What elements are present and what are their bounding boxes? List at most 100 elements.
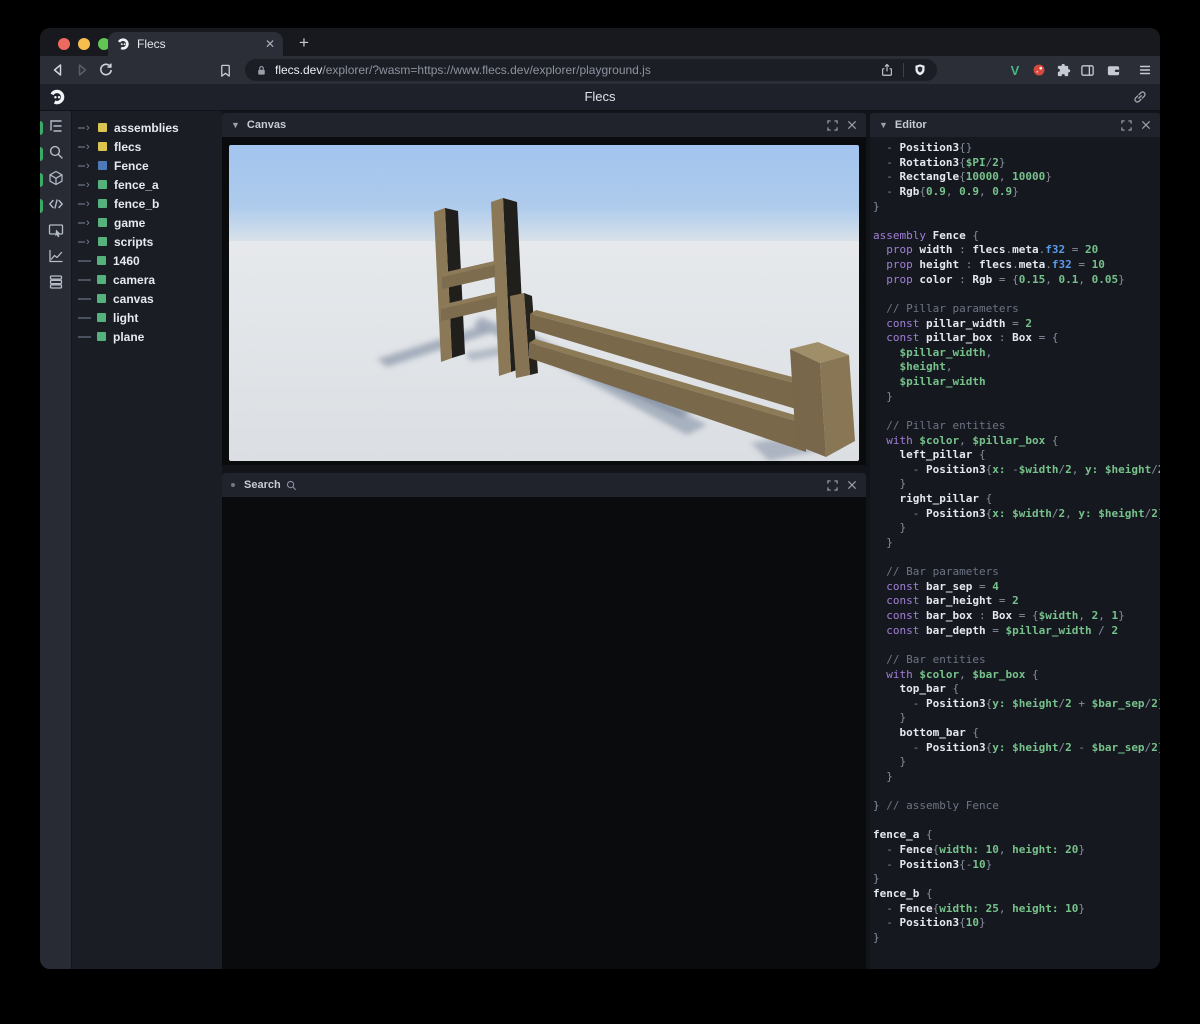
tree-item-label: canvas (113, 291, 154, 306)
back-button[interactable] (49, 61, 67, 79)
code-icon (48, 196, 64, 217)
brave-shield-icon[interactable] (913, 63, 927, 77)
active-indicator (40, 147, 43, 161)
code-line: prop width : flecs.meta.f32 = 20 (873, 243, 1099, 257)
code-line: - Rgb{0.9, 0.9, 0.9} (873, 184, 1019, 198)
inspector-icon (48, 222, 64, 243)
code-line: - Position3{10} (873, 916, 986, 930)
link-icon[interactable] (1132, 89, 1148, 105)
bookmark-icon[interactable] (216, 61, 234, 79)
chevron-down-icon[interactable]: ▼ (879, 120, 888, 130)
search-panel-title: Search (244, 479, 281, 491)
entity-color-swatch (98, 218, 107, 227)
fullscreen-icon[interactable] (1121, 119, 1132, 131)
rail-button-canvas-icon[interactable] (40, 170, 72, 191)
reload-button[interactable] (97, 61, 115, 79)
app-body: › assemblies › flecs › Fence › fence_a › fence_b ›… (40, 111, 1160, 969)
close-icon[interactable] (847, 120, 857, 130)
entity-color-swatch (98, 161, 107, 170)
entity-color-swatch (97, 275, 106, 284)
canvas-icon (48, 170, 64, 191)
tree-guide-line (78, 183, 85, 186)
code-line: left_pillar { (873, 448, 986, 462)
code-line: with $color, $pillar_box { (873, 433, 1059, 447)
stats-icon (48, 248, 64, 269)
chevron-right-icon[interactable]: › (86, 141, 92, 152)
chevron-right-icon[interactable]: › (86, 160, 92, 171)
search-icon (48, 144, 64, 165)
sidebar-toggle-icon[interactable] (1078, 61, 1096, 79)
search-results-area[interactable] (222, 497, 866, 969)
entity-color-swatch (97, 332, 106, 341)
chevron-right-icon[interactable]: › (86, 122, 92, 133)
rail-button-code-icon[interactable] (40, 198, 72, 214)
code-line: fence_a { (873, 828, 933, 842)
rail-button-search-icon[interactable] (40, 144, 72, 165)
code-editor[interactable]: - Position3{} - Rotation3{$PI/2} - Recta… (870, 137, 1160, 969)
divider (903, 63, 904, 77)
minimize-window-button[interactable] (78, 38, 90, 50)
new-tab-button[interactable]: + (292, 31, 316, 55)
browser-window: Flecs ✕ + flecs.dev/explorer/?wasm=https… (40, 28, 1160, 969)
rail-button-tree-view-icon[interactable] (40, 119, 72, 136)
chevron-right-icon[interactable]: › (86, 179, 92, 190)
fullscreen-icon[interactable] (827, 479, 838, 491)
chevron-right-icon[interactable]: › (86, 217, 92, 228)
code-line: } // assembly Fence (873, 799, 999, 813)
menu-icon[interactable] (1136, 61, 1154, 79)
tree-guide-line (78, 126, 85, 129)
chevron-down-icon[interactable]: ▼ (231, 120, 240, 130)
extensions-puzzle-icon[interactable] (1054, 61, 1072, 79)
rail-button-inspector-icon[interactable] (40, 222, 72, 243)
tree-item-canvas[interactable]: canvas (72, 289, 222, 308)
tree-item-label: flecs (114, 139, 142, 154)
browser-tab[interactable]: Flecs ✕ (108, 32, 283, 56)
rail-button-stats-icon[interactable] (40, 248, 72, 269)
tree-item-flecs[interactable]: › flecs (72, 137, 222, 156)
code-line: } (873, 477, 907, 491)
flecs-favicon (117, 38, 129, 50)
tree-item-label: game (114, 215, 146, 230)
rail-button-archive-icon[interactable] (40, 274, 72, 292)
entity-color-swatch (98, 237, 107, 246)
address-bar[interactable]: flecs.dev/explorer/?wasm=https://www.fle… (245, 59, 937, 81)
tree-item-fence_a[interactable]: › fence_a (72, 175, 222, 194)
tree-item-fence_b[interactable]: › fence_b (72, 194, 222, 213)
tree-item-label: fence_b (114, 196, 160, 211)
entity-tree: › assemblies › flecs › Fence › fence_a › fence_b ›… (72, 111, 222, 969)
url-path: /explorer/?wasm=https://www.flecs.dev/ex… (322, 63, 651, 77)
entity-color-swatch (97, 313, 106, 322)
close-window-button[interactable] (58, 38, 70, 50)
canvas-viewport[interactable] (222, 137, 866, 465)
tree-item-label: assemblies (114, 120, 179, 135)
code-line: const bar_height = 2 (873, 594, 1019, 608)
code-line: const bar_depth = $pillar_width / 2 (873, 623, 1119, 637)
tree-item-light[interactable]: light (72, 308, 222, 327)
tree-item-1460[interactable]: 1460 (72, 251, 222, 270)
red-extension-icon[interactable] (1030, 61, 1048, 79)
chevron-right-icon[interactable]: › (86, 236, 92, 247)
tab-close-icon[interactable]: ✕ (265, 37, 275, 51)
forward-button[interactable] (73, 61, 91, 79)
close-icon[interactable] (847, 480, 857, 490)
share-icon[interactable] (880, 63, 894, 77)
tree-item-Fence[interactable]: › Fence (72, 156, 222, 175)
code-line: } (873, 755, 907, 769)
chevron-right-icon[interactable]: › (86, 198, 92, 209)
tree-guide-line (78, 221, 85, 224)
tree-item-scripts[interactable]: › scripts (72, 232, 222, 251)
collapsed-dot-icon[interactable] (231, 483, 235, 487)
tree-item-camera[interactable]: camera (72, 270, 222, 289)
code-line: - Position3{x: -$width/2, y: $height/2} (873, 462, 1160, 476)
tree-item-game[interactable]: › game (72, 213, 222, 232)
tree-item-assemblies[interactable]: › assemblies (72, 118, 222, 137)
vue-devtools-extension-icon[interactable]: V (1006, 61, 1024, 79)
code-line: - Position3{} (873, 141, 973, 154)
close-icon[interactable] (1141, 120, 1151, 130)
wallet-icon[interactable] (1104, 61, 1122, 79)
tree-item-plane[interactable]: plane (72, 327, 222, 346)
entity-color-swatch (98, 123, 107, 132)
fullscreen-icon[interactable] (827, 119, 838, 131)
